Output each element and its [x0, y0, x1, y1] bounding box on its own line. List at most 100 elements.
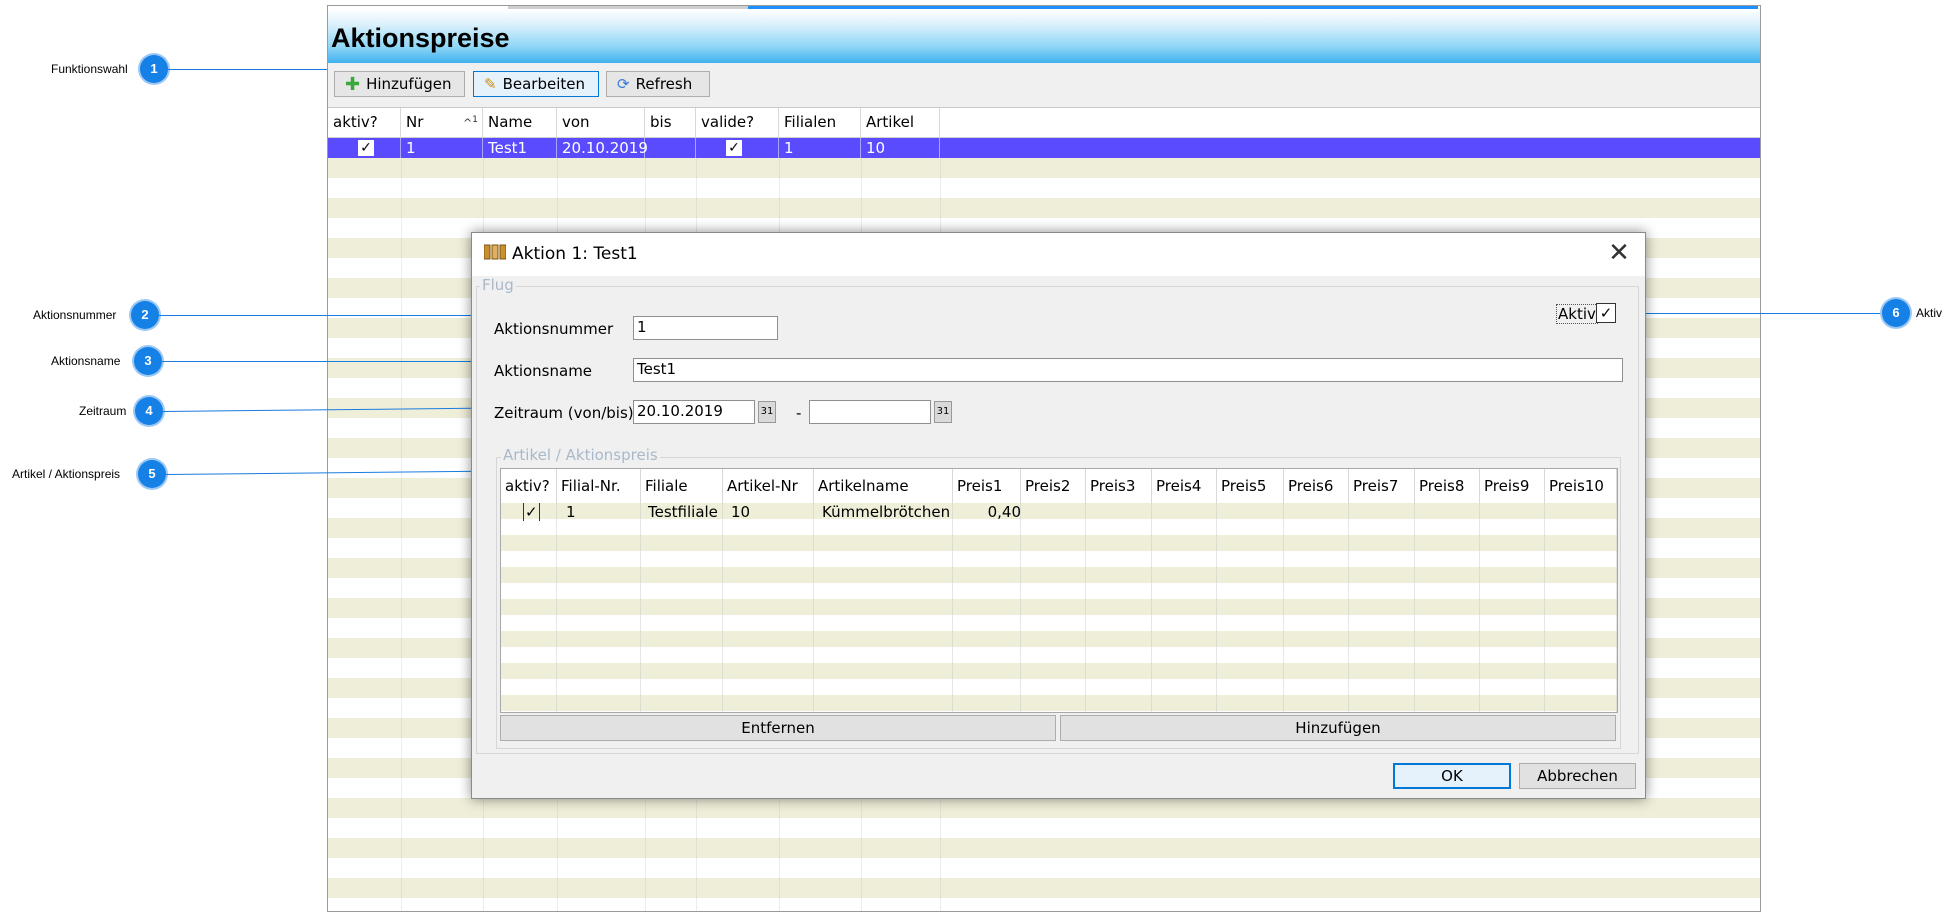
- valide-checkbox[interactable]: ✓: [726, 140, 742, 156]
- calendar-von-icon[interactable]: 31: [758, 401, 776, 423]
- add-article-button[interactable]: Hinzufügen: [1060, 715, 1616, 741]
- column-divider: [1151, 503, 1152, 712]
- column-divider: [640, 503, 641, 712]
- zeitraum-bis-input[interactable]: [809, 400, 931, 424]
- artikel-column-header-preis4[interactable]: Preis4: [1152, 469, 1217, 503]
- zeitraum-separator: -: [796, 404, 802, 422]
- artikelname-cell: Kümmelbrötchen: [822, 503, 951, 521]
- sort-ascending-icon: ^1: [462, 114, 478, 130]
- artikel-aktiv-checkbox[interactable]: ✓: [519, 503, 540, 521]
- page-title: Aktionspreise: [331, 23, 510, 53]
- artikel-column-header-artikel-nr[interactable]: Artikel-Nr: [723, 469, 814, 503]
- column-header-aktiv[interactable]: aktiv?: [328, 108, 401, 137]
- artikel-column-header-preis8[interactable]: Preis8: [1415, 469, 1480, 503]
- callout-badge-4: 4: [135, 397, 163, 425]
- aktiv-checkbox[interactable]: ✓: [358, 140, 374, 156]
- row-name-cell: Test1: [483, 138, 557, 158]
- artikel-column-header-preis9[interactable]: Preis9: [1480, 469, 1545, 503]
- aktionsnummer-input[interactable]: 1: [633, 316, 778, 340]
- column-divider: [1544, 503, 1545, 712]
- artikel-column-header-preis1[interactable]: Preis1: [953, 469, 1021, 503]
- add-button-label: Hinzufügen: [366, 75, 452, 93]
- callout-label-aktionsnummer: Aktionsnummer: [33, 308, 117, 322]
- plus-icon: ✚: [345, 73, 361, 95]
- row-aktiv-cell[interactable]: ✓: [328, 138, 401, 158]
- artikel-column-header-preis7[interactable]: Preis7: [1349, 469, 1415, 503]
- callout-line-2: [159, 315, 493, 316]
- artikel-table-header: aktiv? Filial-Nr. Filiale Artikel-Nr Artikel…: [501, 469, 1617, 503]
- toolbar: ✚ Hinzufügen ✎ Bearbeiten ⟳ Refresh: [328, 63, 1760, 108]
- zeitraum-von-input[interactable]: 20.10.2019: [633, 400, 755, 424]
- empty-table-row: [328, 818, 1760, 838]
- column-header-name[interactable]: Name: [483, 108, 557, 137]
- column-divider: [1414, 503, 1415, 712]
- artikel-filial-nr-cell: 1: [566, 503, 576, 521]
- column-divider: [1085, 503, 1086, 712]
- cancel-button[interactable]: Abbrechen: [1519, 763, 1636, 789]
- pencil-icon: ✎: [484, 75, 497, 93]
- artikel-column-header-artikelname[interactable]: Artikelname: [814, 469, 953, 503]
- column-divider: [813, 503, 814, 712]
- artikel-column-header-preis3[interactable]: Preis3: [1086, 469, 1152, 503]
- artikel-column-header-preis5[interactable]: Preis5: [1217, 469, 1284, 503]
- remove-article-button[interactable]: Entfernen: [500, 715, 1056, 741]
- callout-label-artikel-aktionspreis: Artikel / Aktionspreis: [12, 467, 121, 481]
- calendar-bis-icon[interactable]: 31: [934, 401, 952, 423]
- empty-table-row: [328, 898, 1760, 911]
- aktionsnummer-label: Aktionsnummer: [494, 320, 614, 338]
- callout-label-aktionsname: Aktionsname: [51, 354, 121, 368]
- app-icon: [484, 244, 506, 260]
- row-valide-cell[interactable]: ✓: [696, 138, 779, 158]
- artikel-column-header-preis10[interactable]: Preis10: [1545, 469, 1617, 503]
- artikel-nr-cell: 10: [731, 503, 751, 521]
- ok-button[interactable]: OK: [1393, 763, 1511, 789]
- artikel-column-header-preis2[interactable]: Preis2: [1021, 469, 1086, 503]
- column-divider: [1283, 503, 1284, 712]
- column-header-nr-label: Nr: [406, 113, 424, 131]
- close-icon[interactable]: ✕: [1605, 239, 1633, 267]
- table-row[interactable]: ✓ 1 Testfiliale 10 Kümmelbrötchen 0,40: [501, 503, 1617, 521]
- callout-badge-3: 3: [134, 347, 162, 375]
- empty-table-row: [501, 599, 1617, 615]
- column-header-artikel[interactable]: Artikel: [861, 108, 940, 137]
- row-filialen-cell: 1: [779, 138, 861, 158]
- artikel-column-header-preis6[interactable]: Preis6: [1284, 469, 1349, 503]
- callout-badge-1: 1: [140, 55, 168, 83]
- edit-button-label: Bearbeiten: [502, 75, 585, 93]
- edit-button[interactable]: ✎ Bearbeiten: [473, 71, 599, 97]
- column-divider: [556, 503, 557, 712]
- empty-table-row: [501, 583, 1617, 599]
- callout-label-zeitraum: Zeitraum: [79, 404, 127, 418]
- column-divider: [1348, 503, 1349, 712]
- artikel-column-header-filiale[interactable]: Filiale: [641, 469, 723, 503]
- empty-table-row: [501, 615, 1617, 631]
- empty-table-row: [501, 535, 1617, 551]
- empty-table-row: [328, 198, 1760, 218]
- artikel-group-caption: Artikel / Aktionspreis: [501, 446, 660, 464]
- callout-label-funktionswahl: Funktionswahl: [51, 62, 128, 76]
- column-divider: [1616, 503, 1617, 712]
- column-header-nr[interactable]: Nr ^1: [401, 108, 483, 137]
- refresh-button[interactable]: ⟳ Refresh: [606, 71, 710, 97]
- column-header-valide[interactable]: valide?: [696, 108, 779, 137]
- empty-table-row: [501, 663, 1617, 679]
- empty-table-row: [501, 631, 1617, 647]
- table-row[interactable]: ✓ 1 Test1 20.10.2019 ✓ 1 10: [328, 138, 1760, 158]
- row-bis-cell: [645, 138, 696, 158]
- column-header-filialen[interactable]: Filialen: [779, 108, 861, 137]
- add-button[interactable]: ✚ Hinzufügen: [334, 71, 465, 97]
- empty-table-row: [328, 838, 1760, 858]
- refresh-button-label: Refresh: [635, 75, 693, 93]
- artikel-column-header-filial-nr[interactable]: Filial-Nr.: [557, 469, 641, 503]
- row-artikel-cell: 10: [861, 138, 940, 158]
- dialog-titlebar: Aktion 1: Test1 ✕: [472, 233, 1645, 276]
- aktionsname-input[interactable]: Test1: [633, 358, 1623, 382]
- callout-line-3: [162, 361, 493, 362]
- callout-badge-5: 5: [138, 460, 166, 488]
- aktiv-checkbox-dialog[interactable]: ✓: [1596, 303, 1616, 323]
- title-bar: Aktionspreise: [328, 9, 1760, 63]
- artikel-column-header-aktiv[interactable]: aktiv?: [501, 469, 557, 503]
- column-header-von[interactable]: von: [557, 108, 645, 137]
- empty-table-row: [501, 695, 1617, 711]
- column-header-bis[interactable]: bis: [645, 108, 696, 137]
